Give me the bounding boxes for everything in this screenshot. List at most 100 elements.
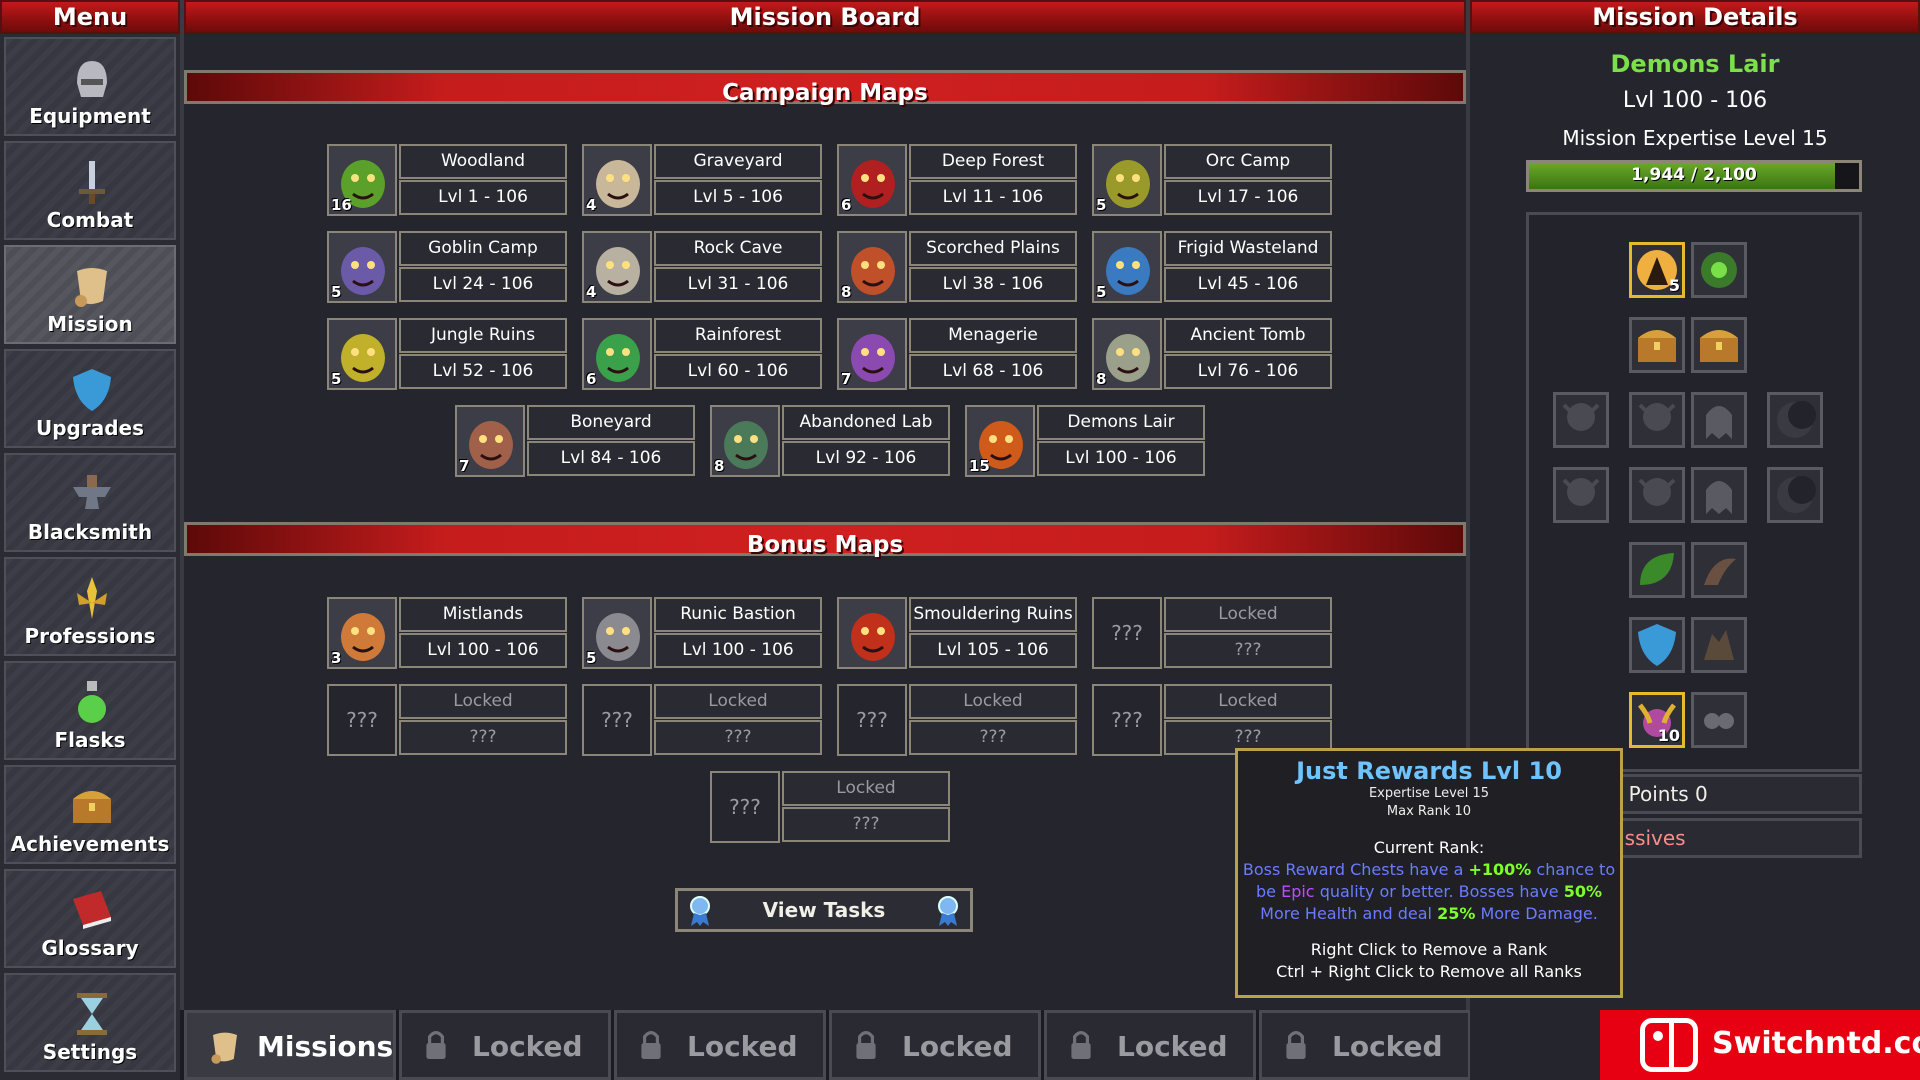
map-tile[interactable]: 8 Ancient Tomb Lvl 76 - 106 [1092,318,1332,390]
map-level: Lvl 17 - 106 [1164,180,1332,215]
tab-locked[interactable]: Locked [399,1010,611,1080]
locked-icon-placeholder: ??? [856,708,888,732]
map-name: Mistlands [399,597,567,632]
tab-missions[interactable]: Missions [184,1010,396,1080]
tab-locked[interactable]: Locked [1044,1010,1256,1080]
locked-map-tile[interactable]: ??? Locked??? [582,684,822,756]
menu-item-settings[interactable]: Settings [4,973,176,1072]
passive-node[interactable] [1553,392,1609,448]
mission-board-title: Mission Board [184,0,1466,34]
passive-node[interactable] [1629,467,1685,523]
map-tile[interactable]: 5 Orc Camp Lvl 17 - 106 [1092,144,1332,216]
monster-portrait-icon [1102,241,1154,297]
map-icon: 5 [1092,231,1162,303]
map-tile[interactable]: 6 Rainforest Lvl 60 - 106 [582,318,822,390]
menu-item-flasks[interactable]: Flasks [4,661,176,760]
map-icon: 5 [327,231,397,303]
locked-map-tile[interactable]: ??? Locked??? [1092,684,1332,756]
menu-item-combat[interactable]: Combat [4,141,176,240]
chest-icon [73,791,111,823]
tab-locked[interactable]: Locked [829,1010,1041,1080]
map-tile[interactable]: 4 Graveyard Lvl 5 - 106 [582,144,822,216]
potion-icon [78,681,106,723]
passive-node[interactable] [1691,392,1747,448]
map-tile[interactable]: Smouldering Ruins Lvl 105 - 106 [837,597,1077,669]
shield-icon [73,369,111,411]
tab-locked[interactable]: Locked [614,1010,826,1080]
map-tile[interactable]: 4 Rock Cave Lvl 31 - 106 [582,231,822,303]
tab-label: Locked [902,1030,1013,1063]
passive-node[interactable] [1691,692,1747,748]
menu-item-equipment[interactable]: Equipment [4,37,176,136]
map-icon: 6 [837,144,907,216]
book-icon [73,891,111,929]
passive-node[interactable] [1767,392,1823,448]
map-badge: 4 [586,196,597,214]
menu-item-professions[interactable]: Professions [4,557,176,656]
map-level: Lvl 100 - 106 [399,633,567,668]
view-tasks-button[interactable]: View Tasks [675,888,973,932]
locked-icon-placeholder: ??? [729,795,761,819]
passive-node[interactable] [1691,317,1747,373]
beast-icon [1704,630,1734,660]
locked-map-tile[interactable]: ??? Locked??? [327,684,567,756]
map-badge: 7 [459,457,470,475]
map-badge: 5 [1096,196,1107,214]
map-tile[interactable]: 5 Goblin Camp Lvl 24 - 106 [327,231,567,303]
monster-portrait-icon [1102,328,1154,384]
map-tile[interactable]: 8 Abandoned Lab Lvl 92 - 106 [710,405,950,477]
map-tile[interactable]: 5 Frigid Wasteland Lvl 45 - 106 [1092,231,1332,303]
passive-node[interactable] [1629,392,1685,448]
map-badge: 6 [586,370,597,388]
hourglass-icon [77,993,107,1035]
tooltip-hint-remove-all: Ctrl + Right Click to Remove all Ranks [1276,962,1582,981]
monster-portrait-icon [592,328,644,384]
map-badge: 7 [841,370,852,388]
passive-node[interactable] [1691,467,1747,523]
skull-icon [1638,403,1676,431]
passive-node[interactable] [1553,467,1609,523]
menu-item-blacksmith[interactable]: Blacksmith [4,453,176,552]
map-tile[interactable]: 7 Menagerie Lvl 68 - 106 [837,318,1077,390]
map-tile[interactable]: 7 Boneyard Lvl 84 - 106 [455,405,695,477]
passive-node[interactable]: 10 [1629,692,1685,748]
map-icon: ??? [1092,597,1162,669]
menu-item-mission[interactable]: Mission [4,245,176,344]
menu-item-glossary[interactable]: Glossary [4,869,176,968]
passive-node[interactable] [1691,242,1747,298]
tab-locked[interactable]: Locked [1259,1010,1471,1080]
menu-item-achievements[interactable]: Achievements [4,765,176,864]
monster-portrait-icon [337,328,389,384]
passive-node[interactable] [1629,317,1685,373]
passive-node[interactable] [1767,467,1823,523]
map-name: Boneyard [527,405,695,440]
locked-icon-placeholder: ??? [1111,708,1143,732]
map-tile[interactable]: 8 Scorched Plains Lvl 38 - 106 [837,231,1077,303]
switch-logo-icon [1640,1018,1698,1072]
watermark-text: Switchntd.com [1712,1026,1920,1061]
map-name: Ancient Tomb [1164,318,1332,353]
passive-node[interactable] [1691,542,1747,598]
map-tile[interactable]: 5 Runic Bastion Lvl 100 - 106 [582,597,822,669]
map-badge: 8 [714,457,725,475]
map-level: Lvl 45 - 106 [1164,267,1332,302]
locked-map-tile[interactable]: ??? Locked??? [1092,597,1332,669]
menu-item-upgrades[interactable]: Upgrades [4,349,176,448]
moon-icon [1777,476,1816,513]
map-badge: 5 [1096,283,1107,301]
passive-node[interactable]: 5 [1629,242,1685,298]
map-tile[interactable]: 3 Mistlands Lvl 100 - 106 [327,597,567,669]
tooltip-description: Boss Reward Chests have a +100% chance t… [1242,860,1616,923]
map-tile[interactable]: 16 Woodland Lvl 1 - 106 [327,144,567,216]
map-badge: 3 [331,649,342,667]
passive-node[interactable] [1629,617,1685,673]
map-tile[interactable]: 6 Deep Forest Lvl 11 - 106 [837,144,1077,216]
passive-node[interactable] [1629,542,1685,598]
passive-node[interactable] [1691,617,1747,673]
locked-map-tile[interactable]: ??? Locked??? [837,684,1077,756]
map-level: Lvl 105 - 106 [909,633,1077,668]
locked-map-tile[interactable]: ??? Locked??? [710,771,950,843]
map-tile[interactable]: 15 Demons Lair Lvl 100 - 106 [965,405,1205,477]
map-tile[interactable]: 5 Jungle Ruins Lvl 52 - 106 [327,318,567,390]
skull-icon [1562,403,1600,431]
